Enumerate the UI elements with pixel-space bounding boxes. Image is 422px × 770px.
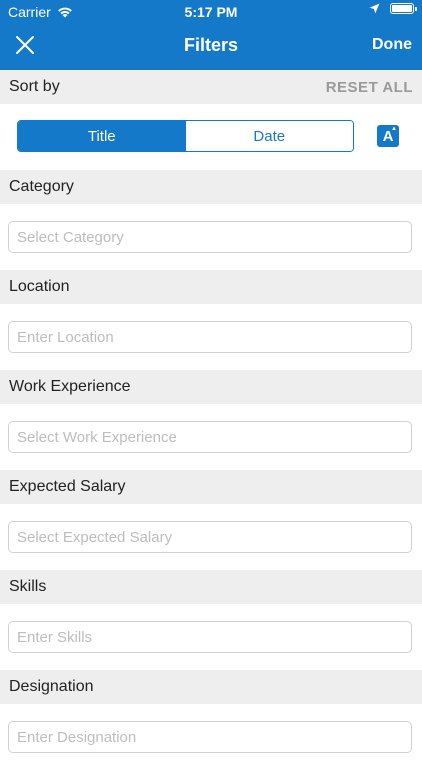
category-input[interactable]: [8, 221, 412, 253]
skills-label: Skills: [9, 578, 47, 595]
skills-section-header: Skills: [0, 570, 422, 604]
designation-input[interactable]: [8, 721, 412, 753]
work-experience-section-header: Work Experience: [0, 370, 422, 404]
designation-row: [0, 704, 422, 770]
sort-by-label: Sort by: [9, 78, 60, 95]
sort-arrow-icon: ▲: [391, 126, 397, 132]
page-title: Filters: [183, 35, 239, 55]
location-label: Location: [9, 278, 70, 295]
category-row: [0, 204, 422, 270]
battery-level: [392, 5, 412, 12]
sort-alphabetical-icon[interactable]: A ▲: [377, 125, 399, 147]
app-header: Carrier 5:17 PM Filters Done: [0, 0, 422, 70]
status-right-group: [369, 3, 417, 14]
expected-salary-input[interactable]: [8, 521, 412, 553]
category-label: Category: [9, 178, 74, 195]
sort-option-date[interactable]: Date: [185, 121, 353, 151]
sort-section-header: Sort by RESET ALL: [0, 70, 422, 104]
reset-all-button[interactable]: RESET ALL: [326, 79, 413, 96]
skills-row: [0, 604, 422, 670]
battery-icon: [390, 3, 417, 14]
category-section-header: Category: [0, 170, 422, 204]
sort-segmented-control: Title Date: [17, 120, 354, 152]
designation-label: Designation: [9, 678, 94, 695]
expected-salary-section-header: Expected Salary: [0, 470, 422, 504]
location-row: [0, 304, 422, 370]
expected-salary-row: [0, 504, 422, 570]
work-experience-input[interactable]: [8, 421, 412, 453]
location-arrow-icon: [369, 3, 380, 14]
location-section-header: Location: [0, 270, 422, 304]
sort-option-title[interactable]: Title: [18, 121, 186, 151]
status-bar: Carrier 5:17 PM: [0, 0, 422, 22]
status-time: 5:17 PM: [184, 4, 238, 20]
work-experience-row: [0, 404, 422, 470]
done-button[interactable]: Done: [372, 36, 412, 54]
work-experience-label: Work Experience: [9, 378, 131, 395]
sort-row: Title Date A ▲: [0, 104, 422, 170]
location-input[interactable]: [8, 321, 412, 353]
skills-input[interactable]: [8, 621, 412, 653]
navigation-bar: Filters Done: [0, 22, 422, 70]
designation-section-header: Designation: [0, 670, 422, 704]
expected-salary-label: Expected Salary: [9, 478, 126, 495]
